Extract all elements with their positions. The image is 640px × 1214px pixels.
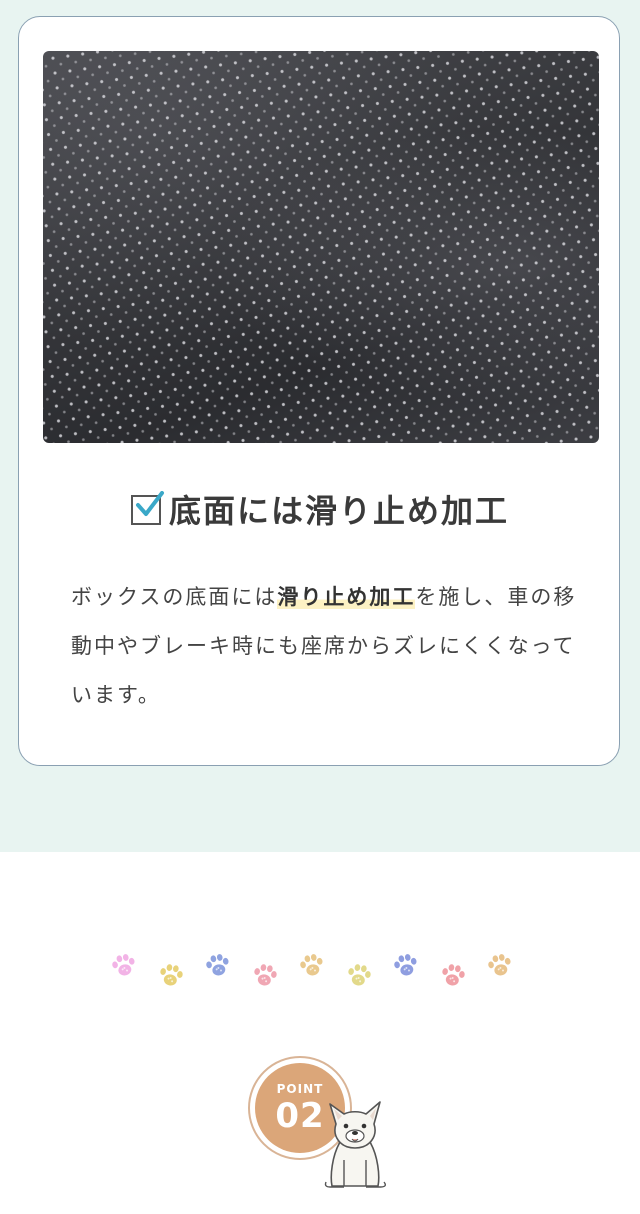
product-bottom-photo — [43, 51, 599, 443]
feature-description: ボックスの底面には滑り止め加工を施し、車の移動中やブレーキ時にも座席からズレにく… — [71, 585, 577, 707]
paw-print-icon — [206, 954, 229, 976]
paw-print-icon — [300, 954, 323, 976]
feature-card: 底面には滑り止め加工 ボックスの底面には滑り止め加工を施し、車の移動中やブレーキ… — [18, 16, 620, 766]
paw-print-icon — [488, 954, 511, 976]
highlight-text: 滑り止め加工 — [277, 585, 416, 609]
paw-print-icon — [348, 964, 371, 986]
feature-heading: 底面には滑り止め加工 — [19, 487, 621, 535]
dog-mascot-icon — [324, 1101, 387, 1188]
checkbox-icon — [130, 491, 164, 525]
paw-print-icon — [394, 954, 417, 976]
paw-print-icon — [160, 964, 183, 986]
paw-print-icon — [112, 954, 135, 976]
paw-print-icon — [254, 964, 277, 986]
paw-divider — [110, 950, 530, 1000]
feature-heading-text: 底面には滑り止め加工 — [168, 492, 509, 530]
paw-print-icon — [442, 964, 465, 986]
